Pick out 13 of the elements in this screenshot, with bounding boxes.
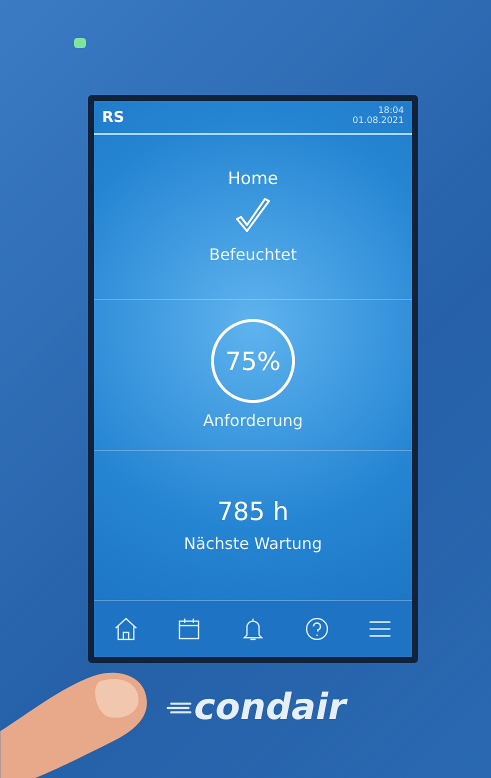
demand-label: Anforderung xyxy=(203,411,303,430)
status-label: Befeuchtet xyxy=(209,245,297,264)
maintenance-label: Nächste Wartung xyxy=(184,534,322,554)
help-icon[interactable] xyxy=(304,616,330,642)
brand-logo: condair xyxy=(194,687,346,728)
demand-value: 75% xyxy=(225,346,281,376)
home-icon[interactable] xyxy=(112,616,139,642)
screen-title: Home xyxy=(228,169,278,190)
clock-time: 18:04 xyxy=(378,107,404,116)
device-label: RS xyxy=(102,108,124,126)
maintenance-value: 785 h xyxy=(217,497,289,526)
clock-date: 01.08.2021 xyxy=(352,116,404,127)
status-led xyxy=(74,38,86,48)
